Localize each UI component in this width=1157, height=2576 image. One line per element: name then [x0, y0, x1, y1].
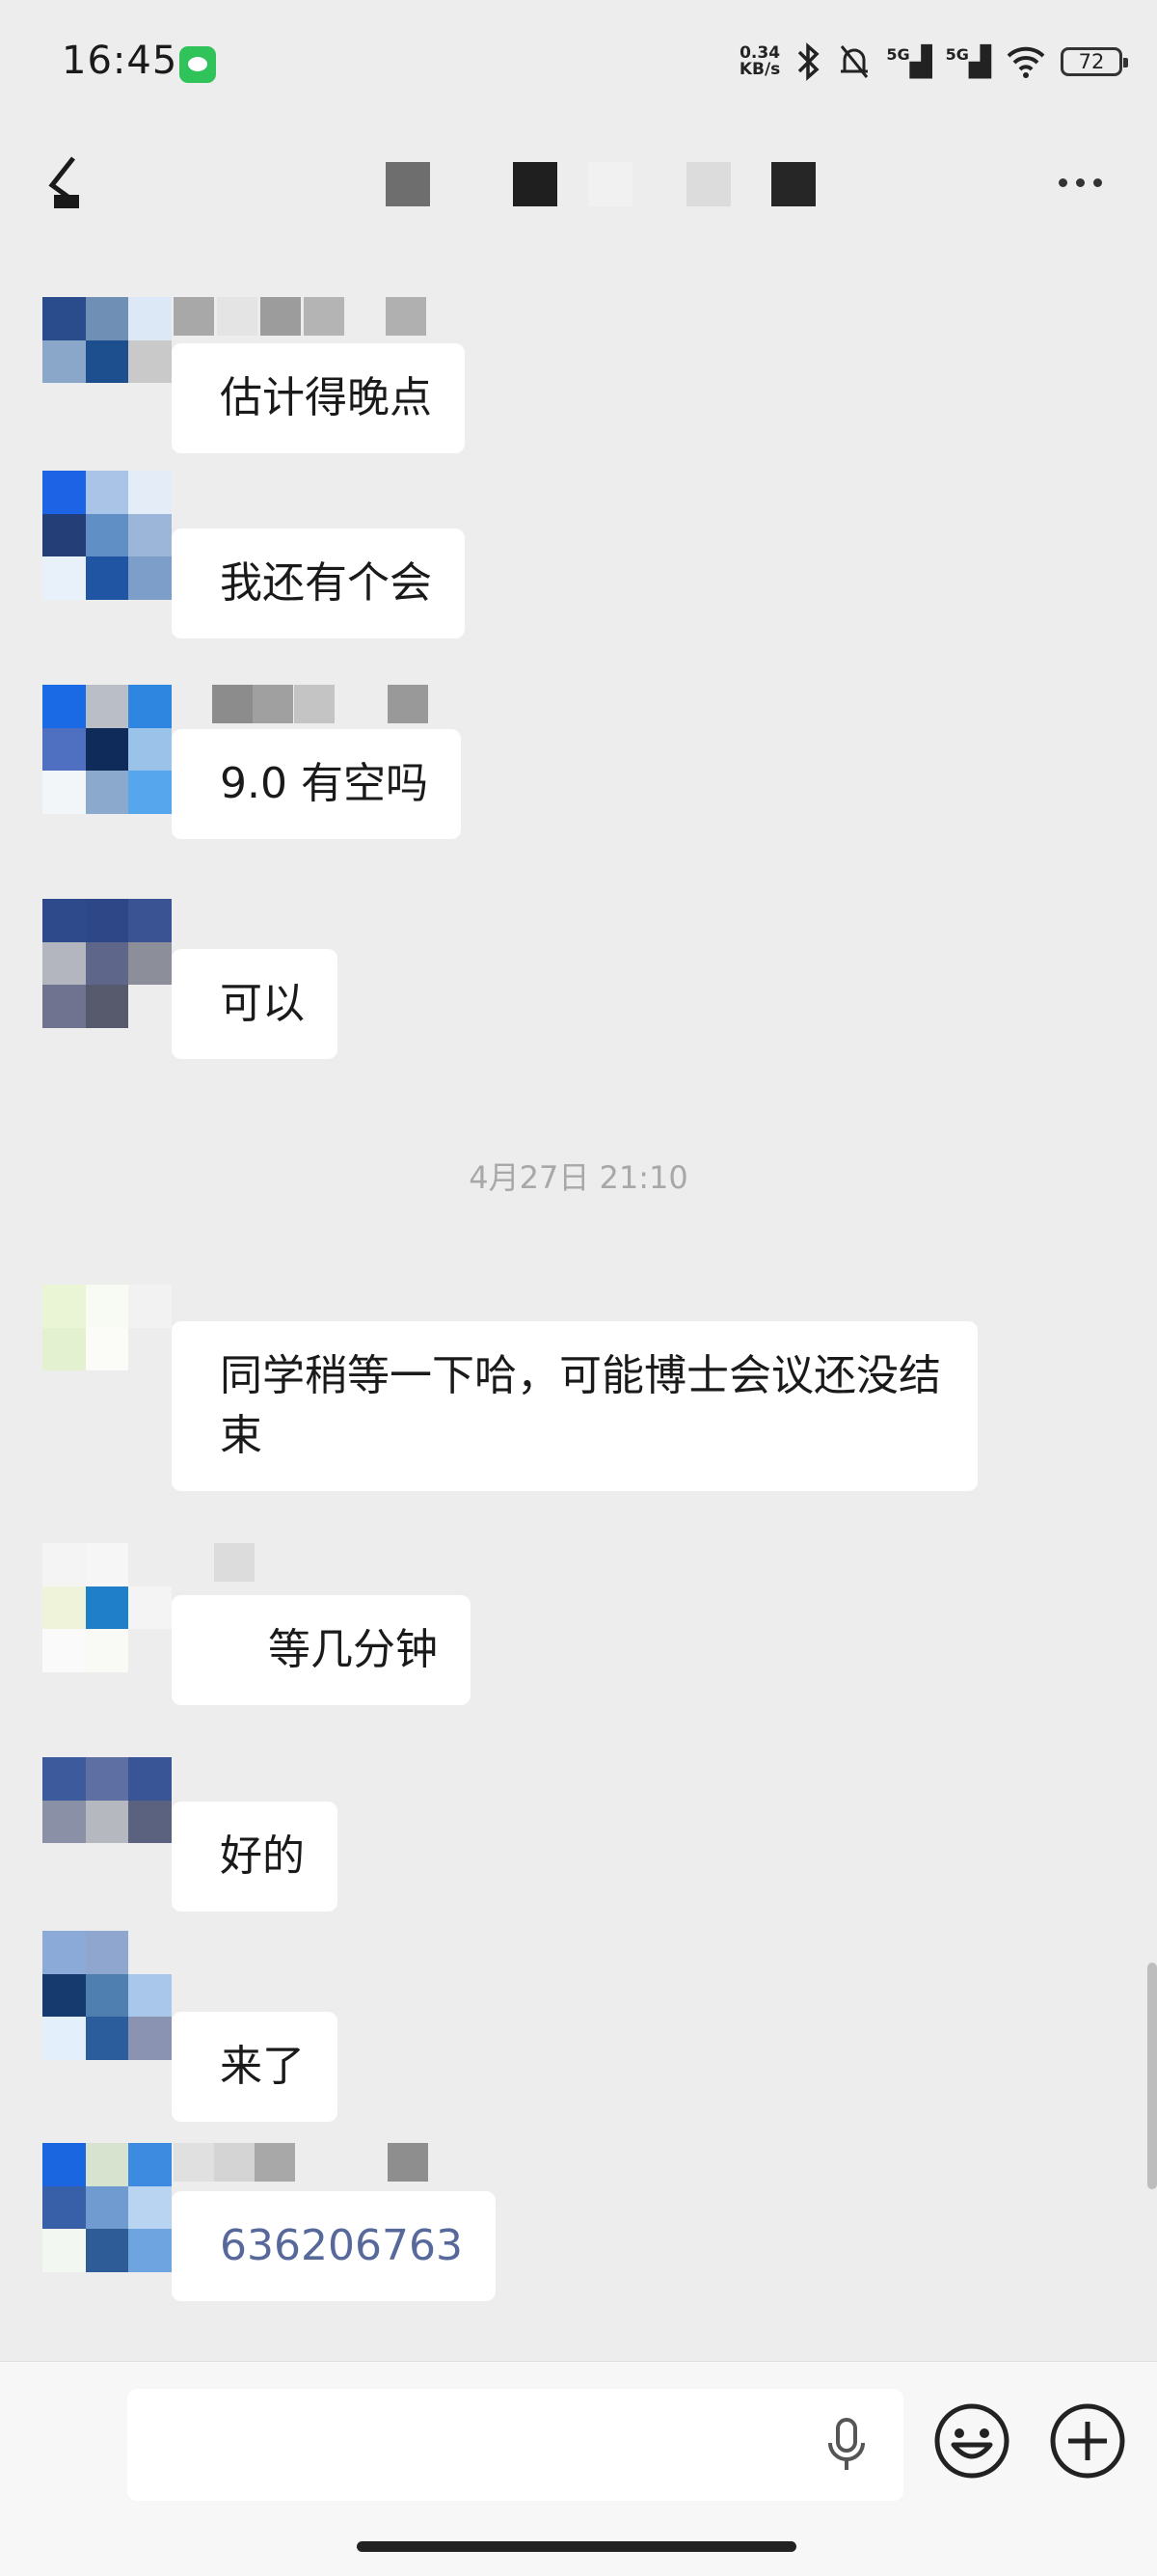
- title-bar: [0, 125, 1157, 241]
- more-dot-icon: [1075, 177, 1085, 187]
- more-dot-icon: [1092, 177, 1102, 187]
- signal-5g-1: 5G▟: [886, 44, 932, 79]
- status-time: 16:45: [62, 39, 178, 83]
- avatar[interactable]: [42, 1757, 172, 1886]
- avatar[interactable]: [42, 1285, 172, 1414]
- avatar[interactable]: [42, 2143, 172, 2272]
- mute-bell-icon: [841, 45, 869, 78]
- message-bubble[interactable]: 来了: [172, 2012, 337, 2122]
- message-bubble[interactable]: 可以: [172, 949, 337, 1059]
- message-timestamp: 4月27日 21:10: [469, 1159, 688, 1196]
- status-bar: 16:45 0.34 KB/s 5G▟ 5G▟ 72: [0, 0, 1157, 125]
- battery-indicator: 72: [1061, 47, 1128, 76]
- home-indicator[interactable]: [357, 2541, 796, 2552]
- avatar[interactable]: [42, 1931, 172, 2060]
- message-bubble[interactable]: 我还有个会: [172, 529, 465, 638]
- wifi-icon: [1007, 46, 1045, 78]
- avatar[interactable]: [42, 1543, 172, 1672]
- chat-scrollbar[interactable]: [1147, 1963, 1157, 2189]
- plus-icon[interactable]: [1047, 2400, 1128, 2481]
- chat-title: [347, 162, 848, 212]
- more-options-button[interactable]: [1041, 158, 1118, 206]
- message-bubble[interactable]: 好的: [172, 1802, 337, 1912]
- back-arrow-icon[interactable]: [39, 152, 100, 214]
- status-icons: 0.34 KB/s 5G▟ 5G▟ 72: [739, 39, 1128, 85]
- signal-5g-2: 5G▟: [945, 44, 991, 79]
- message-bubble[interactable]: 同学稍等一下哈，可能博士会议还没结束: [172, 1321, 978, 1491]
- avatar[interactable]: [42, 297, 172, 426]
- message-bubble[interactable]: 9.0 有空吗: [172, 729, 461, 839]
- avatar[interactable]: [42, 685, 172, 814]
- message-bubble[interactable]: 等几分钟: [172, 1595, 471, 1705]
- microphone-icon[interactable]: [824, 2416, 869, 2474]
- wechat-notification-icon: [179, 46, 216, 83]
- bluetooth-icon: [798, 42, 820, 81]
- chat-message-list[interactable]: 估计得晚点 我还有个会 9.0 有空吗 可以 4月27日 21:10 同学稍等一…: [0, 241, 1157, 2363]
- emoji-icon[interactable]: [931, 2400, 1012, 2481]
- more-dot-icon: [1058, 177, 1067, 187]
- avatar[interactable]: [42, 899, 172, 1028]
- input-bar: [0, 2361, 1157, 2576]
- message-bubble[interactable]: 636206763: [172, 2191, 496, 2301]
- net-speed: 0.34 KB/s: [739, 43, 781, 79]
- avatar[interactable]: [42, 471, 172, 600]
- message-input[interactable]: [127, 2389, 903, 2501]
- message-bubble[interactable]: 估计得晚点: [172, 343, 465, 453]
